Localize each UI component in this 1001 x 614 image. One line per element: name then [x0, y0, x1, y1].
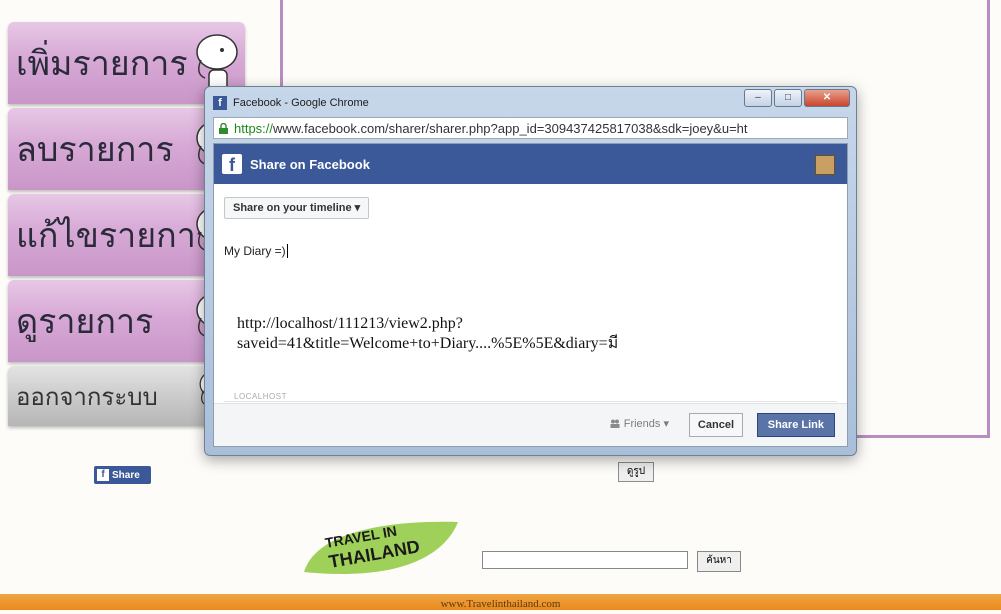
message-input[interactable]: My Diary =)​: [224, 244, 288, 258]
search-button[interactable]: ค้นหา: [697, 551, 741, 572]
link-url-line2: saveid=41&title=Welcome+to+Diary....%5E%…: [237, 335, 619, 352]
cancel-button[interactable]: Cancel: [688, 413, 743, 437]
text-cursor: ​: [286, 244, 288, 258]
maximize-button[interactable]: □: [774, 89, 802, 107]
window-title: Facebook - Google Chrome: [233, 97, 369, 109]
friends-icon: [610, 419, 620, 428]
share-link-button[interactable]: Share Link: [756, 413, 835, 437]
menu-edit-label: แก้ไขรายการ: [16, 216, 215, 256]
menu-delete-label: ลบรายการ: [16, 130, 174, 170]
lock-icon: [219, 122, 228, 134]
link-source: LOCALHOST: [234, 392, 287, 401]
window-controls: – □ ✕: [744, 89, 850, 107]
audience-label: Friends ▾: [623, 418, 669, 430]
url-scheme: https://: [234, 120, 274, 136]
facebook-share-button[interactable]: f Share: [94, 466, 151, 484]
dialog-footer: Friends ▾ Cancel Share Link: [214, 403, 847, 446]
view-image-button[interactable]: ดูรูป: [618, 462, 654, 482]
share-dialog-header: f Share on Facebook: [214, 144, 847, 184]
facebook-favicon-icon: f: [213, 96, 227, 110]
share-destination-select[interactable]: Share on your timeline ▾: [224, 197, 370, 219]
facebook-popup-window: f Facebook - Google Chrome – □ ✕ https:/…: [204, 86, 857, 456]
link-url-line1: http://localhost/111213/view2.php?: [237, 315, 463, 332]
search-input[interactable]: [482, 551, 688, 569]
window-title-bar: f Facebook - Google Chrome: [213, 95, 369, 111]
minimize-button[interactable]: –: [744, 89, 772, 107]
footer-site-url: www.Travelinthailand.com: [440, 598, 561, 610]
dialog-title: Share on Facebook: [250, 156, 370, 172]
menu-logout-label: ออกจากระบบ: [16, 382, 158, 411]
divider: [224, 401, 837, 402]
message-text: My Diary =): [224, 244, 286, 258]
facebook-icon: f: [97, 469, 109, 481]
user-avatar[interactable]: [815, 155, 835, 175]
share-label: Share: [112, 469, 140, 481]
menu-view-label: ดูรายการ: [16, 302, 154, 342]
link-preview: http://localhost/111213/view2.php? savei…: [237, 314, 618, 354]
close-button[interactable]: ✕: [804, 89, 850, 107]
url-text: www.facebook.com/sharer/sharer.php?app_i…: [273, 120, 748, 136]
facebook-logo-icon: f: [222, 154, 242, 175]
travel-in-thailand-logo: TRAVEL IN THAILAND: [304, 521, 458, 574]
footer-bar: www.Travelinthailand.com: [0, 594, 1001, 610]
audience-selector[interactable]: Friends ▾: [610, 417, 669, 430]
share-dialog: f Share on Facebook Share on your timeli…: [213, 143, 848, 447]
address-bar[interactable]: https://www.facebook.com/sharer/sharer.p…: [213, 117, 848, 139]
menu-add-label: เพิ่มรายการ: [16, 44, 188, 84]
